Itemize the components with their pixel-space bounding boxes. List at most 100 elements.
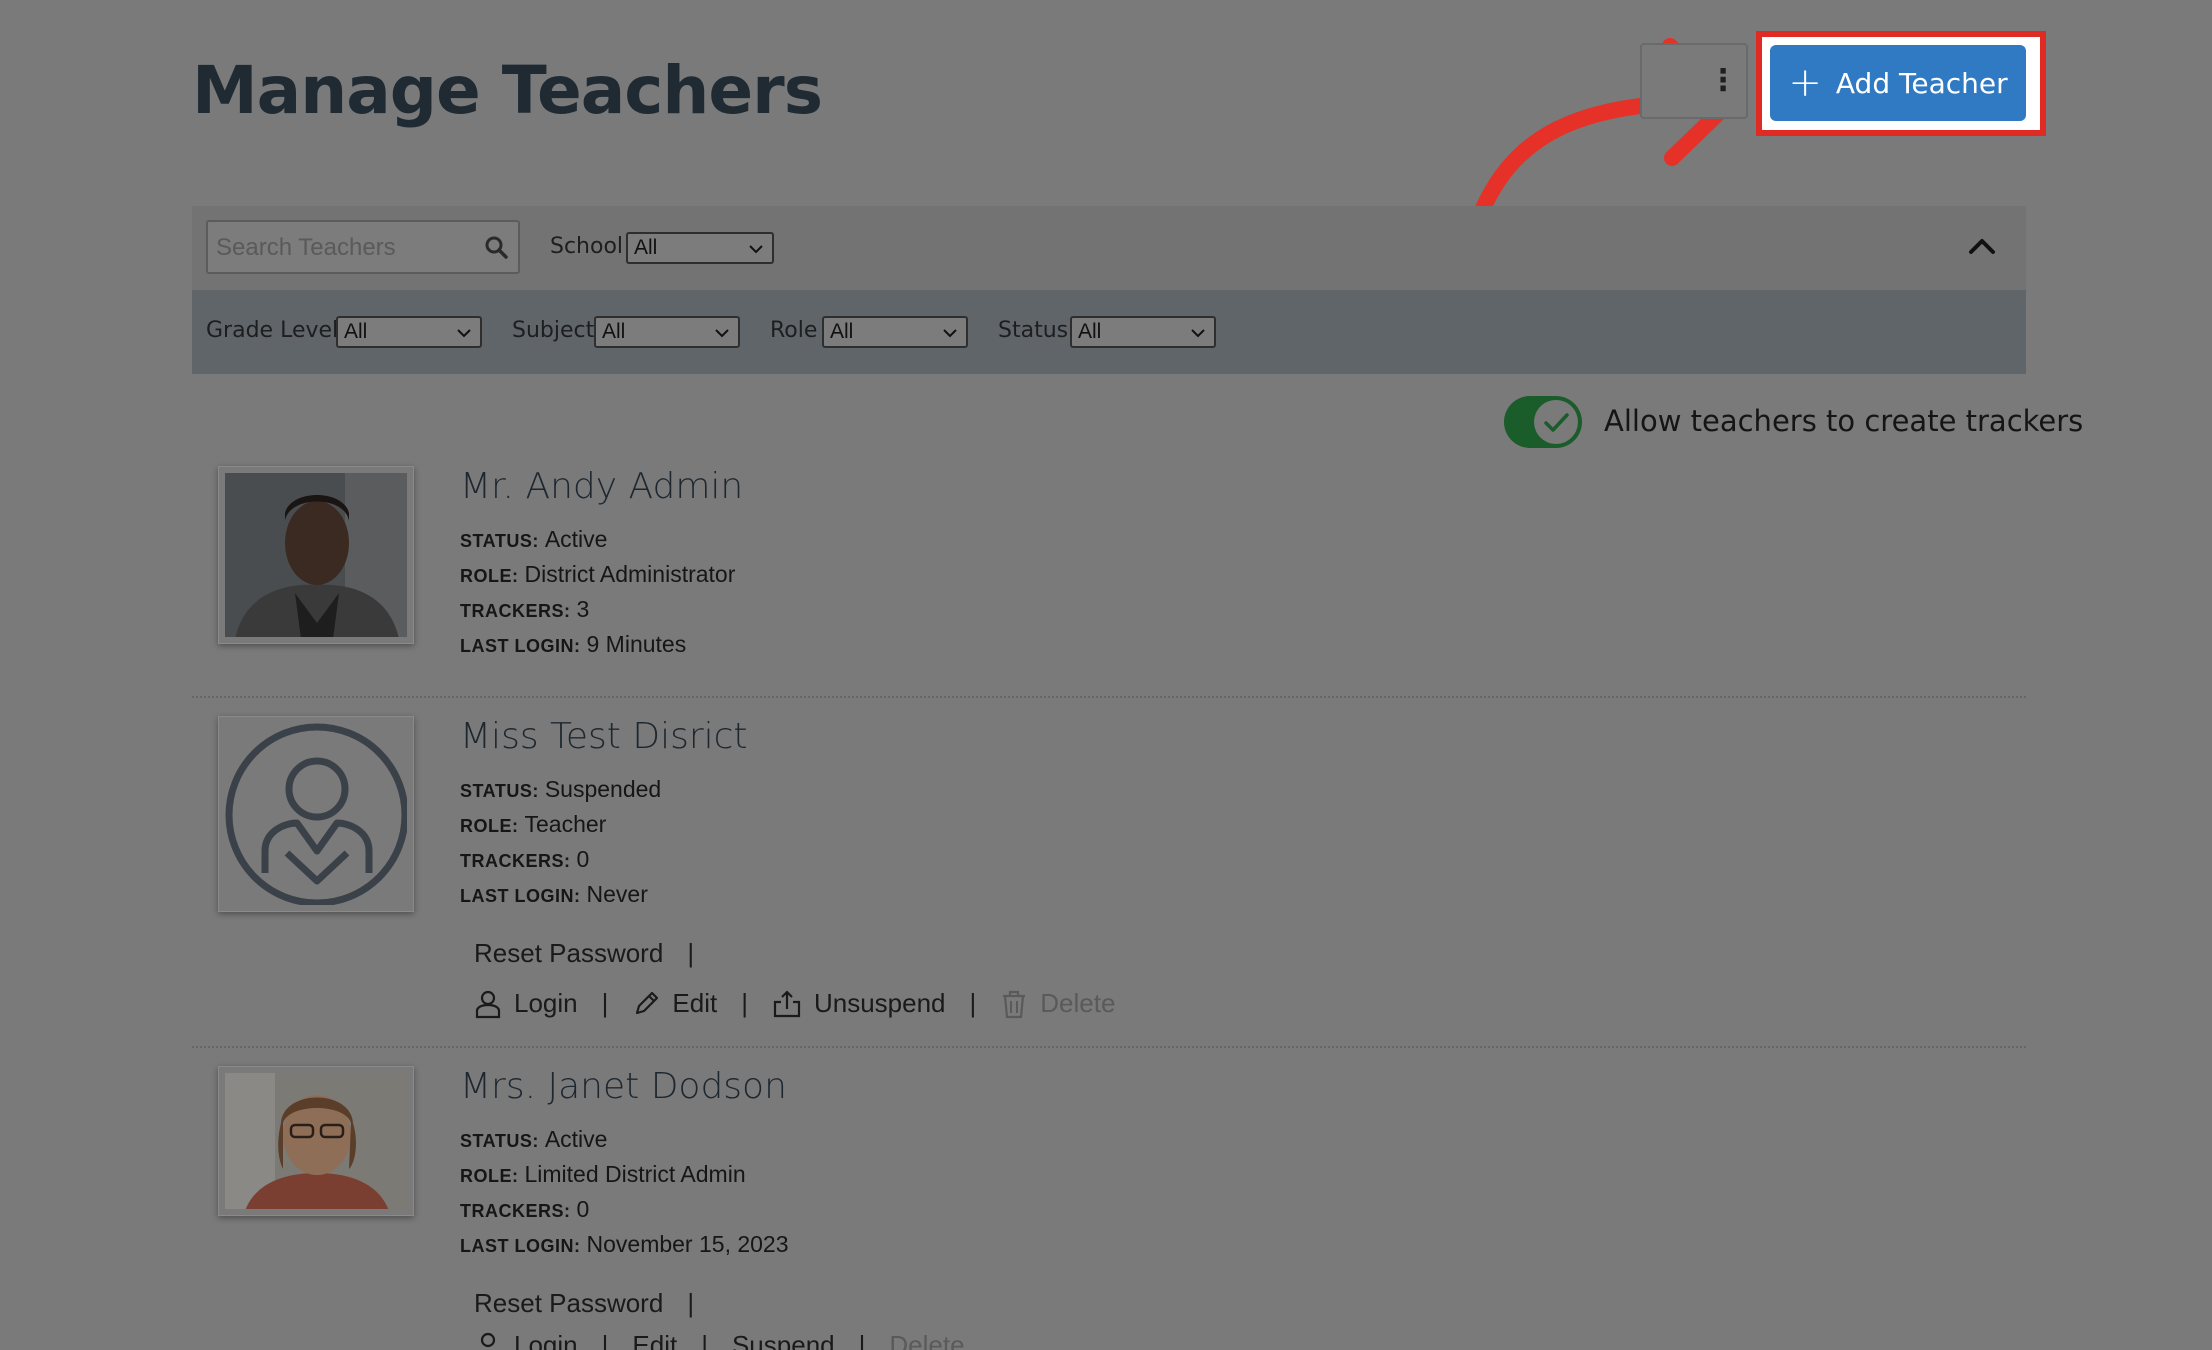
teacher-last-login: LAST LOGIN: Never [460,881,648,908]
status-value: Active [544,1126,608,1152]
teacher-trackers: TRACKERS: 0 [460,1196,589,1223]
last-login-value: November 15, 2023 [586,1231,789,1257]
reset-password-link[interactable]: Reset Password [474,938,663,969]
teacher-actions-row-1: Reset Password | [474,938,718,969]
teacher-row: Mrs. Janet Dodson STATUS: Active ROLE: Lim… [192,1066,2026,1350]
unsuspend-label: Unsuspend [813,988,946,1018]
search-input[interactable] [216,230,476,266]
delete-action[interactable]: Delete [889,1330,964,1350]
grade-select[interactable]: All [336,316,482,348]
teacher-status: STATUS: Suspended [460,776,661,803]
status-filter-label: Status [998,318,1069,343]
edit-label: Edit [672,988,718,1018]
teacher-name[interactable]: Miss Test Disrict [460,716,748,757]
avatar[interactable] [218,466,414,644]
pencil-icon [636,991,659,1014]
more-options-button[interactable]: ⋮ [1640,43,1748,119]
search-box [206,220,520,274]
action-separator: | [687,938,695,968]
login-action[interactable]: Login [474,1330,578,1350]
chevron-up-icon[interactable] [1968,236,1996,256]
status-select[interactable]: All [1070,316,1216,348]
last-login-value: 9 Minutes [586,631,687,657]
chevron-down-icon [749,245,763,254]
edit-label: Edit [632,1330,678,1350]
search-icon[interactable] [484,235,508,259]
teacher-role: ROLE: Teacher [460,811,606,838]
avatar-photo [225,473,407,637]
page-title: Manage Teachers [192,52,823,129]
allow-trackers-toggle[interactable] [1504,396,1582,448]
teacher-row: Miss Test Disrict STATUS: Suspended ROLE:… [192,716,2026,1046]
avatar[interactable] [218,716,414,912]
last-login-key: LAST LOGIN: [460,636,581,656]
role-value: District Administrator [524,561,736,587]
status-key: STATUS: [460,1131,539,1151]
school-select[interactable]: All [626,232,774,264]
login-label: Login [514,1330,578,1350]
check-icon [1544,413,1569,432]
role-select[interactable]: All [822,316,968,348]
row-divider [192,1046,2026,1048]
teacher-trackers: TRACKERS: 3 [460,596,589,623]
reset-password-link[interactable]: Reset Password [474,1288,663,1319]
last-login-key: LAST LOGIN: [460,886,581,906]
role-select-value: All [830,320,854,343]
chevron-down-icon [457,329,471,338]
filter-panel-top: School All [192,206,2026,290]
last-login-key: LAST LOGIN: [460,1236,581,1256]
teacher-last-login: LAST LOGIN: 9 Minutes [460,631,686,658]
status-key: STATUS: [460,531,539,551]
suspend-action[interactable]: Suspend [732,1330,835,1350]
role-key: ROLE: [460,566,519,586]
trackers-key: TRACKERS: [460,1201,571,1221]
trackers-key: TRACKERS: [460,851,571,871]
unsuspend-action[interactable]: Unsuspend [772,988,946,1019]
school-filter-label: School [550,234,624,259]
trackers-key: TRACKERS: [460,601,571,621]
teacher-name[interactable]: Mrs. Janet Dodson [460,1066,787,1107]
school-select-value: All [634,236,658,259]
action-separator: | [687,1288,695,1318]
more-dots-icon: ⋮ [1708,64,1738,97]
role-value: Teacher [524,811,607,837]
delete-label: Delete [1040,988,1116,1018]
avatar-placeholder [225,723,407,905]
page: Manage Teachers ⋮ + Add Teacher School A… [0,0,2212,1350]
add-teacher-button[interactable]: + Add Teacher [1770,45,2026,121]
subject-select[interactable]: All [594,316,740,348]
action-separator: | [969,988,977,1018]
status-value: Active [544,526,608,552]
teacher-actions-row-1: Reset Password | [474,1288,718,1319]
teacher-name[interactable]: Mr. Andy Admin [460,466,743,507]
grade-filter-label: Grade Level [206,318,339,343]
role-key: ROLE: [460,1166,519,1186]
add-teacher-label: Add Teacher [1835,66,2008,100]
delete-label: Delete [889,1330,965,1350]
person-photo-icon [225,473,407,637]
person-photo-icon [225,1073,407,1209]
avatar-photo [225,1073,407,1209]
edit-action[interactable]: Edit [632,988,717,1019]
plus-icon: + [1788,60,1822,106]
login-action[interactable]: Login [474,988,578,1019]
subject-select-value: All [602,320,626,343]
toggle-knob [1534,400,1578,444]
status-value: Suspended [544,776,662,802]
trackers-value: 0 [576,846,590,872]
teacher-last-login: LAST LOGIN: November 15, 2023 [460,1231,789,1258]
action-separator: | [601,988,609,1018]
teacher-status: STATUS: Active [460,1126,607,1153]
chevron-down-icon [1191,329,1205,338]
action-separator: | [741,988,748,1018]
edit-action[interactable]: Edit [632,1330,677,1350]
avatar[interactable] [218,1066,414,1216]
role-filter-label: Role [770,318,818,343]
user-icon [480,1332,496,1347]
delete-action[interactable]: Delete [1000,988,1115,1019]
trackers-value: 3 [576,596,590,622]
subject-filter-label: Subject [512,318,595,343]
trackers-value: 0 [576,1196,590,1222]
user-placeholder-icon [225,723,407,905]
suspend-label: Suspend [731,1330,835,1350]
